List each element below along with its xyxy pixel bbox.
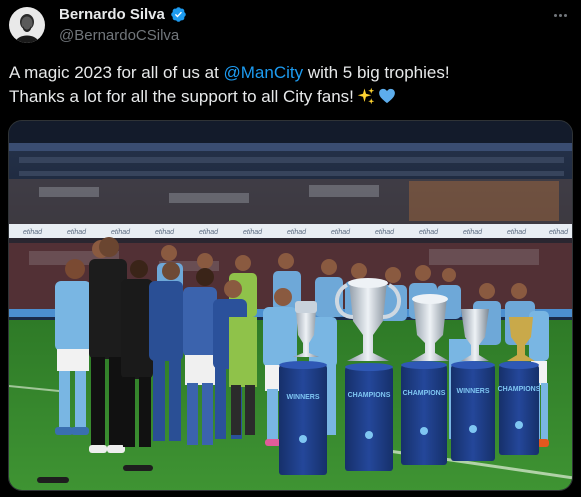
board-text: etihad xyxy=(507,229,527,236)
board-text: etihad xyxy=(111,229,131,236)
board-text: etihad xyxy=(199,229,219,236)
pedestal-label: CHAMPIONS xyxy=(403,390,446,397)
board-text: etihad xyxy=(287,229,307,236)
pedestal-label: CHAMPIONS xyxy=(498,386,541,393)
avatar-image xyxy=(9,7,45,43)
board-text: etihad xyxy=(155,229,175,236)
board-text: etihad xyxy=(67,229,87,236)
tweet-text-suffix: with 5 big trophies! xyxy=(303,63,450,82)
tweet-text: A magic 2023 for all of us at @ManCity w… xyxy=(9,61,569,109)
more-options-button[interactable] xyxy=(549,6,571,24)
pedestal-label: WINNERS xyxy=(456,388,489,395)
board-text: etihad xyxy=(463,229,483,236)
dot-icon xyxy=(558,13,562,17)
board-text: etihad xyxy=(23,229,43,236)
board-text: etihad xyxy=(243,229,263,236)
pedestal-label: CHAMPIONS xyxy=(348,392,391,399)
board-text: etihad xyxy=(375,229,395,236)
dot-icon xyxy=(553,13,557,17)
author-name-row: Bernardo Silva xyxy=(59,6,187,23)
dot-icon xyxy=(563,13,567,17)
tweet-text-prefix: A magic 2023 for all of us at xyxy=(9,63,224,82)
board-text: etihad xyxy=(331,229,351,236)
tweet-photo[interactable]: etihad etihad etihad etihad etihad etiha… xyxy=(8,120,573,491)
verified-badge-icon xyxy=(171,7,186,22)
team-trophy-photo: etihad etihad etihad etihad etihad etiha… xyxy=(9,121,572,490)
mention-link[interactable]: @ManCity xyxy=(224,63,304,82)
sparkles-emoji-icon xyxy=(357,87,375,105)
tweet-text-line2: Thanks a lot for all the support to all … xyxy=(9,87,354,106)
user-handle[interactable]: @BernardoCSilva xyxy=(59,27,179,44)
display-name[interactable]: Bernardo Silva xyxy=(59,6,165,23)
avatar[interactable] xyxy=(9,7,45,43)
board-text: etihad xyxy=(549,229,569,236)
tweet-card: Bernardo Silva @BernardoCSilva A magic 2… xyxy=(0,0,581,497)
board-text: etihad xyxy=(419,229,439,236)
pedestal-label: WINNERS xyxy=(286,394,319,401)
blue-heart-emoji-icon xyxy=(379,88,395,104)
